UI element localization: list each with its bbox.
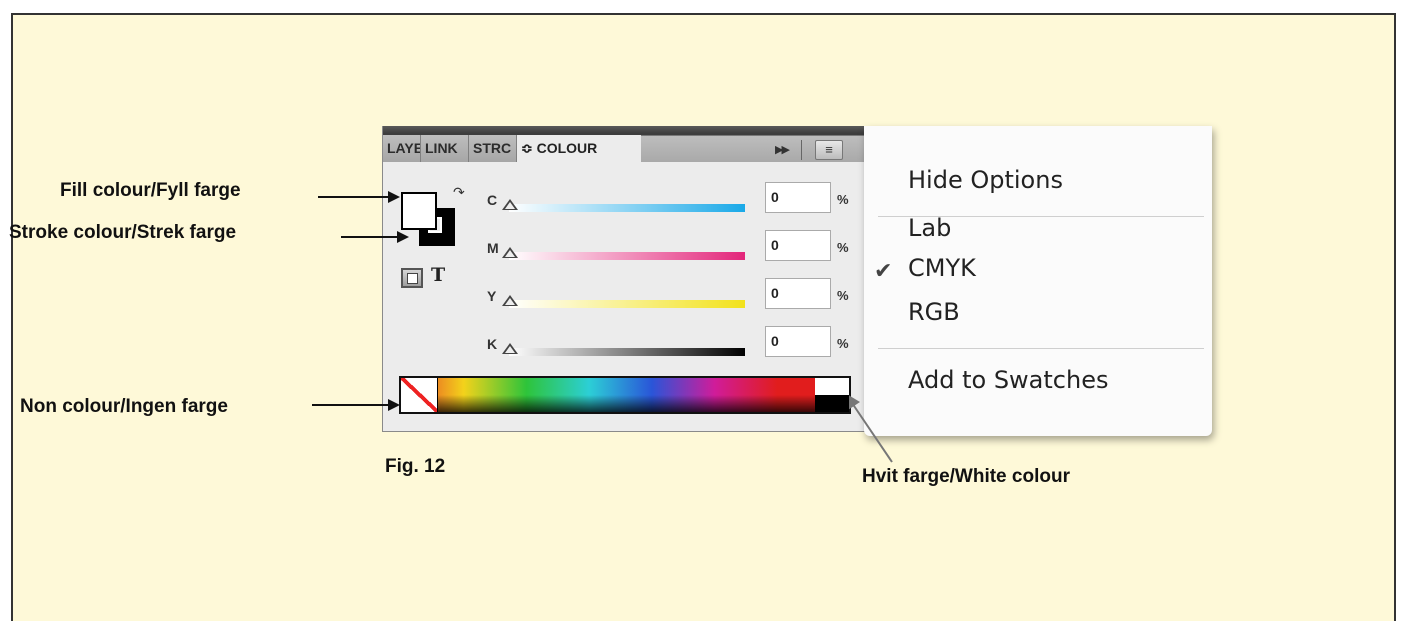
white-arrow-line bbox=[849, 399, 893, 463]
none-colour-swatch[interactable] bbox=[401, 378, 438, 412]
black-colour-swatch[interactable] bbox=[815, 395, 849, 412]
white-colour-swatch[interactable] bbox=[815, 378, 849, 395]
fill-colour-swatch[interactable] bbox=[401, 192, 437, 230]
white-colour-arrow bbox=[845, 393, 893, 463]
white-colour-label: Hvit farge/White colour bbox=[862, 466, 1070, 487]
